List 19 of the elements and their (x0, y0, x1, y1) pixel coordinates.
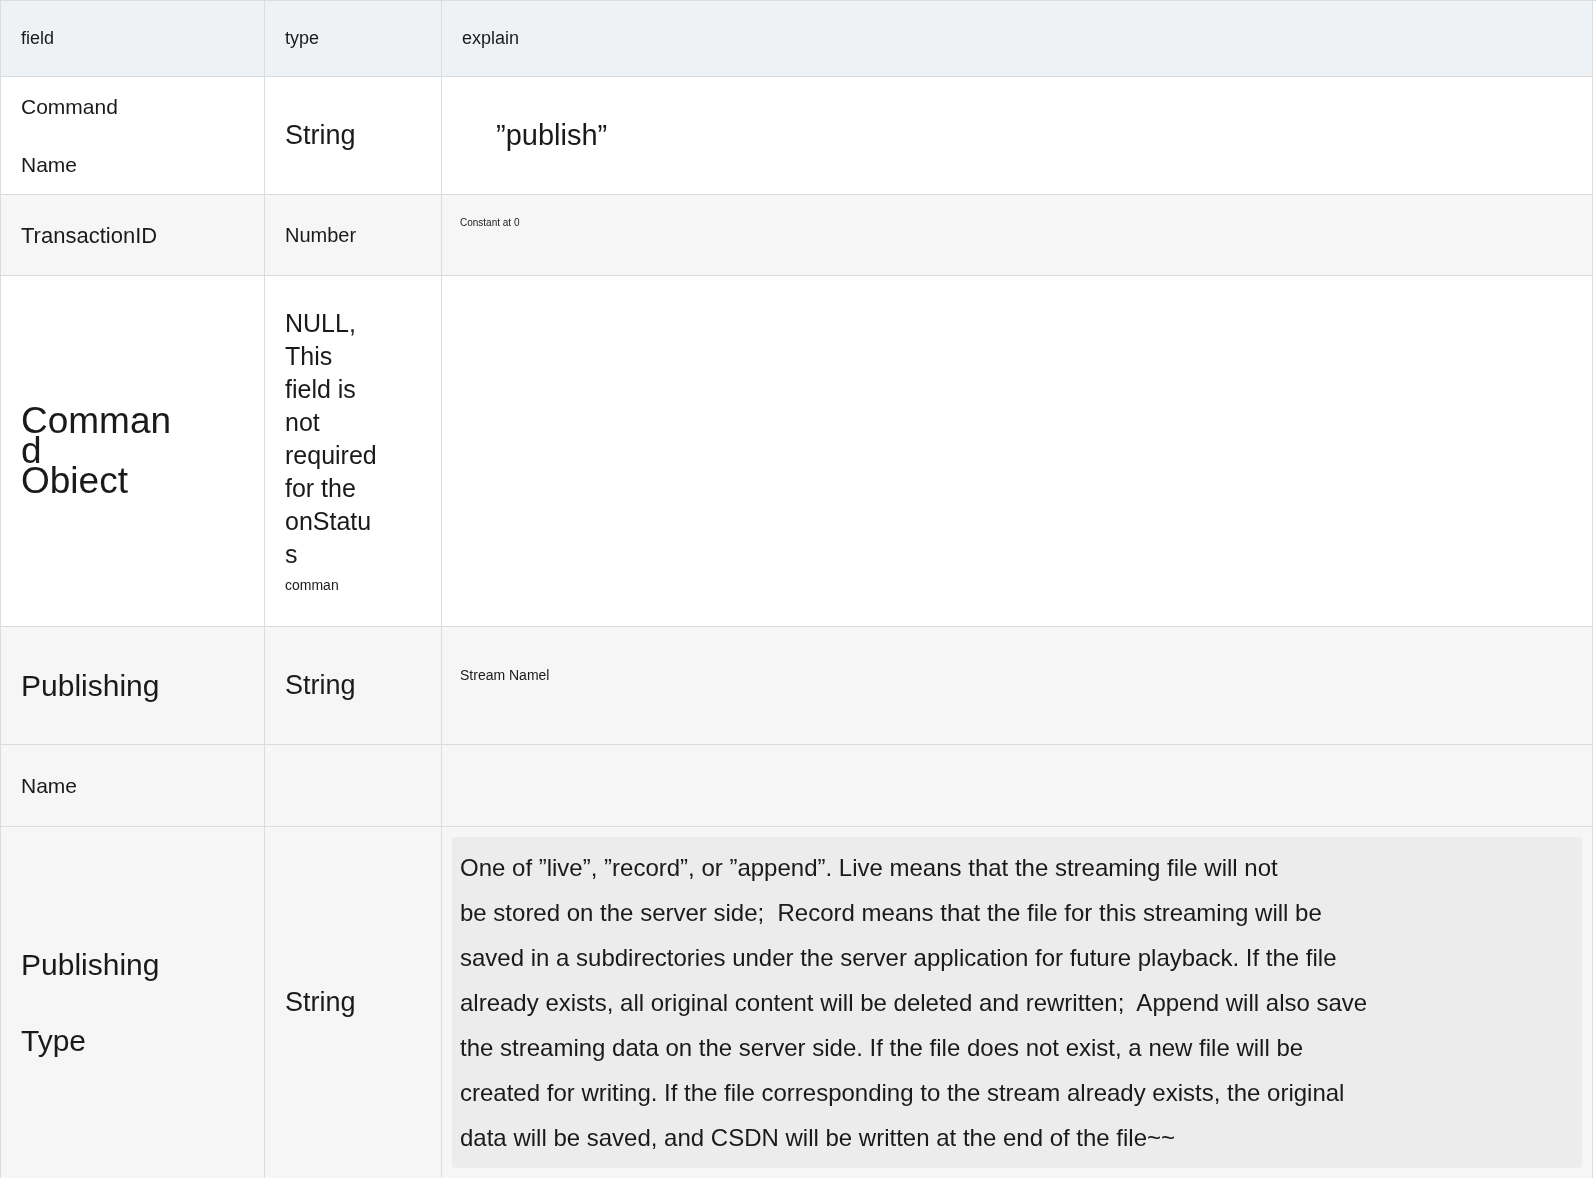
table-cell-text: String (285, 986, 356, 1020)
table-cell-text: NULL, This field is not required for the onStatu s (285, 307, 377, 570)
table-cell-text: Publishing (21, 668, 160, 704)
table-cell-text: String (285, 669, 356, 703)
table-cell-text: String (285, 119, 356, 153)
table-cell-text: TransactionID (21, 221, 158, 250)
column-header: field (21, 27, 55, 50)
table-cell-text: Stream Namel (459, 666, 550, 685)
table-cell-text: Constant at 0 (459, 216, 520, 230)
table-cell-text: Publishing Type (21, 946, 160, 1059)
table-cell-text: Name (21, 772, 78, 799)
column-header: explain (462, 27, 520, 50)
table-cell: Comman d Obiect (21, 406, 172, 496)
table-cell: One of ”live”, ”record”, or ”append”. Live means that the streaming file will not be stored on the server side; Record means that the file for this streaming will be saved in a subdirectories under the server application for future playback. If the file already exists, all original content will be deleted and rewritten; Append will also save the streaming data on the server side. If the file does not exist, a new file will be created for writing. If the file corresponding to the stream already exists, the original data will be saved, and CSDN will be written at the end of the file~~ (452, 837, 1582, 1168)
table-cell-text: comman (285, 575, 339, 595)
table-cell-text: ”publish” (495, 117, 608, 153)
table-cell-text: Command Name (21, 93, 118, 178)
column-header: type (285, 27, 320, 50)
table-cell-text: Number (285, 223, 357, 248)
